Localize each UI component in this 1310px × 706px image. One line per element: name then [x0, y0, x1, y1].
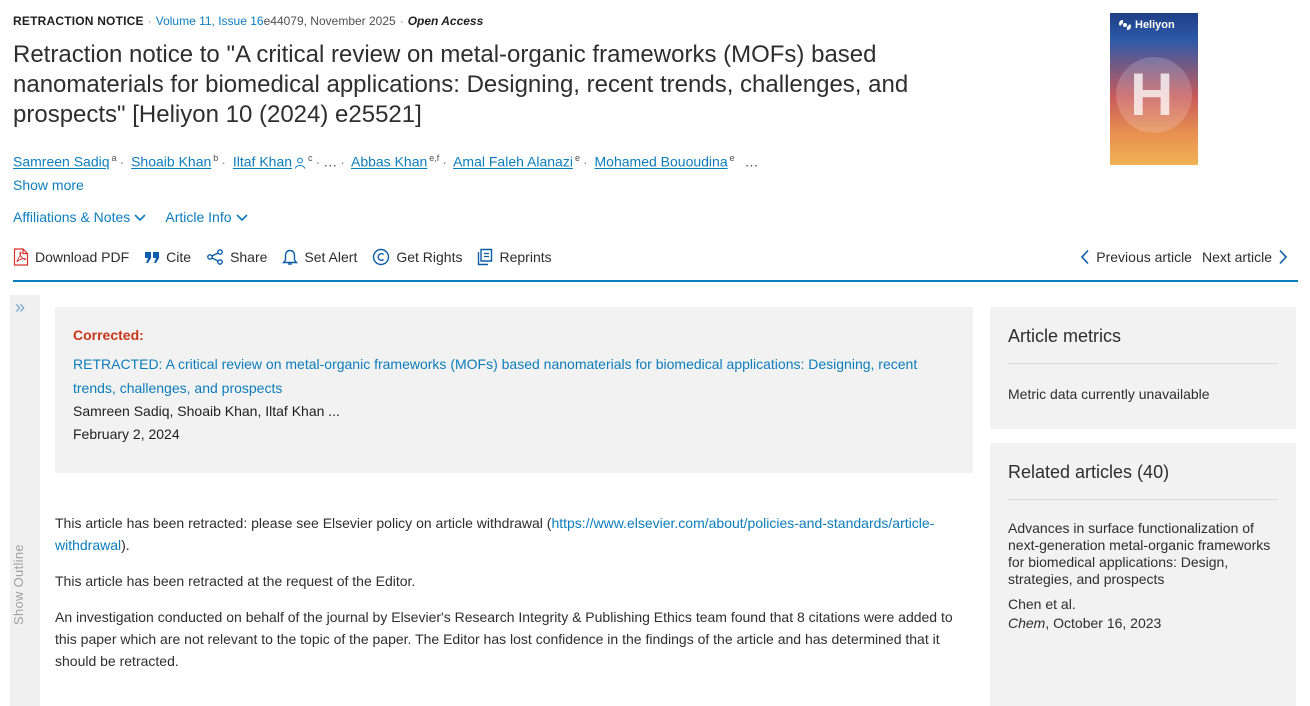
body-paragraph: An investigation conducted on behalf of …	[55, 609, 953, 669]
show-more-button[interactable]: Show more	[13, 177, 84, 193]
corresponding-author-icon	[294, 156, 306, 172]
authors-ellipsis: …	[744, 153, 759, 170]
article-toolbar: Download PDF Cite Share Set Alert Get Ri…	[13, 245, 567, 269]
author-list: Samreen Sadiq a · Shoaib Khan b · Iltaf Khan…	[13, 153, 759, 172]
corrected-authors: Samreen Sadiq, Shoaib Khan, Iltaf Khan .…	[73, 403, 340, 419]
pdf-icon	[13, 248, 29, 266]
download-pdf-button[interactable]: Download PDF	[13, 248, 129, 266]
related-heading: Related articles (40)	[1008, 443, 1278, 500]
article-title: Retraction notice to "A critical review …	[13, 41, 909, 128]
related-articles-panel: Related articles (40) Advances in surfac…	[990, 443, 1296, 706]
corrected-article-link[interactable]: RETRACTED: A critical review on metal-or…	[73, 352, 953, 400]
journal-cover[interactable]: Heliyon H	[1110, 13, 1198, 165]
heliyon-logo-icon	[1119, 20, 1131, 30]
bell-icon	[282, 249, 299, 265]
related-article-source: Chem, October 16, 2023	[1008, 615, 1162, 631]
article-meta-line: RETRACTION NOTICE · Volume 11, Issue 16e44…	[13, 14, 484, 28]
set-alert-button[interactable]: Set Alert	[282, 249, 357, 266]
next-article-link[interactable]: Next article	[1202, 249, 1288, 265]
corrected-notice: Corrected: RETRACTED: A critical review …	[55, 307, 973, 473]
volume-link[interactable]: Volume 11, Issue 16	[156, 14, 264, 28]
show-outline-sidebar[interactable]: » Show Outline	[10, 295, 40, 706]
metrics-heading: Article metrics	[1008, 307, 1278, 364]
quote-icon	[145, 252, 160, 263]
metrics-text: Metric data currently unavailable	[1008, 386, 1210, 402]
show-outline-label: Show Outline	[11, 544, 26, 625]
copyright-icon	[373, 248, 390, 266]
double-chevron-right-icon: »	[15, 297, 26, 317]
share-icon	[207, 249, 223, 265]
article-metrics-panel: Article metrics Metric data currently un…	[990, 307, 1296, 429]
author-link[interactable]: Abbas Khan	[351, 154, 427, 170]
chevron-down-icon	[235, 209, 248, 225]
article-type: RETRACTION NOTICE	[13, 14, 144, 28]
previous-article-link[interactable]: Previous article	[1080, 249, 1192, 265]
reprints-icon	[478, 248, 493, 266]
corrected-label: Corrected:	[73, 327, 144, 343]
share-button[interactable]: Share	[206, 249, 267, 265]
related-article-authors: Chen et al.	[1008, 596, 1076, 612]
cover-letter: H	[1130, 61, 1174, 128]
author-link[interactable]: Shoaib Khan	[131, 154, 211, 170]
article-navigation: Previous article Next article	[1080, 245, 1288, 269]
corrected-date: February 2, 2024	[73, 426, 180, 442]
article-body: This article has been retracted: please …	[55, 512, 955, 686]
affiliations-toggle[interactable]: Affiliations & Notes	[13, 209, 146, 225]
author-link[interactable]: Mohamed Bououdina	[595, 154, 728, 170]
authors-ellipsis: …	[323, 153, 338, 170]
author-link[interactable]: Samreen Sadiq	[13, 154, 110, 170]
body-paragraph: This article has been retracted: please …	[55, 515, 935, 553]
journal-logo: Heliyon	[1117, 18, 1175, 32]
article-details-row: Affiliations & Notes Article Info	[13, 209, 264, 225]
body-paragraph: This article has been retracted at the r…	[55, 573, 416, 589]
reprints-button[interactable]: Reprints	[477, 248, 552, 266]
article-id: e44079, November 2025	[263, 14, 396, 28]
chevron-left-icon	[1081, 249, 1089, 265]
chevron-down-icon	[134, 209, 146, 225]
open-access-badge: Open Access	[407, 14, 484, 28]
related-article-link[interactable]: Advances in surface functionalization of…	[1008, 500, 1278, 588]
author-link[interactable]: Amal Faleh Alanazi	[453, 154, 573, 170]
article-info-toggle[interactable]: Article Info	[165, 209, 248, 225]
chevron-right-icon	[1279, 249, 1288, 265]
author-link[interactable]: Iltaf Khan	[233, 154, 292, 170]
get-rights-button[interactable]: Get Rights	[372, 248, 462, 266]
toolbar-divider	[13, 280, 1298, 282]
cite-button[interactable]: Cite	[144, 249, 191, 265]
